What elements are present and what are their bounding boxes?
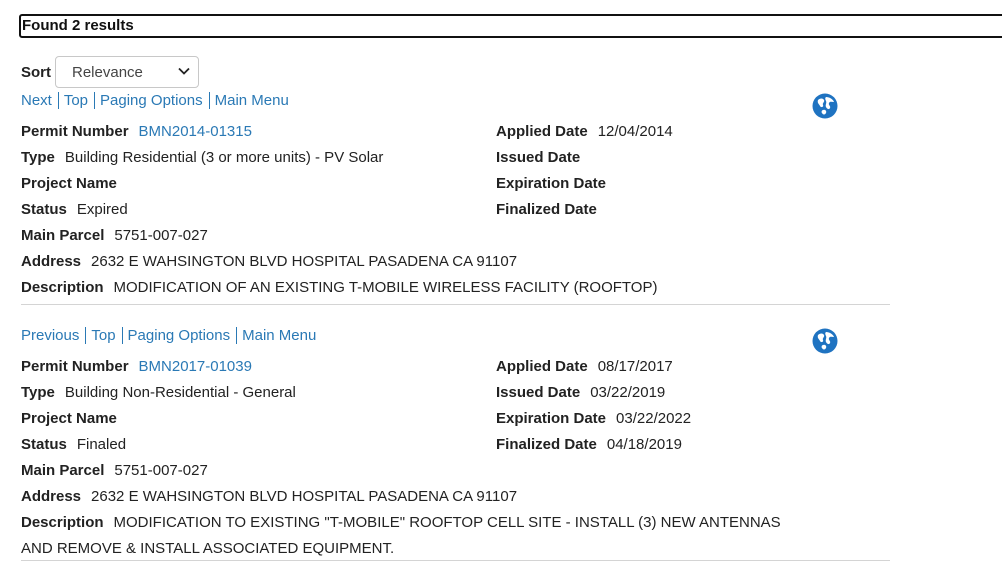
finalized-date-label: Finalized Date: [496, 436, 597, 453]
nav-separator: [57, 91, 59, 109]
address-value: 2632 E WAHSINGTON BLVD HOSPITAL PASADENA…: [91, 253, 518, 270]
applied-date-value: 08/17/2017: [597, 358, 673, 375]
status-label: Status: [21, 201, 67, 218]
main-parcel-value: 5751-007-027: [114, 227, 208, 244]
permit-number-field: Permit Number BMN2017-01039: [21, 357, 252, 377]
main-parcel-field: Main Parcel 5751-007-027: [21, 226, 208, 246]
address-label: Address: [21, 488, 82, 505]
chevron-down-icon: [178, 66, 190, 78]
sort-label: Sort: [21, 63, 51, 81]
expiration-date-field: Expiration Date 03/22/2022: [496, 409, 691, 429]
description-field: Description MODIFICATION TO EXISTING "T-M…: [21, 510, 781, 562]
main-menu-link[interactable]: Main Menu: [242, 327, 316, 344]
applied-date-label: Applied Date: [496, 123, 588, 140]
main-parcel-value: 5751-007-027: [114, 462, 208, 479]
type-value: Building Residential (3 or more units) -…: [64, 149, 384, 166]
address-value: 2632 E WAHSINGTON BLVD HOSPITAL PASADENA…: [91, 488, 518, 505]
status-value: Expired: [76, 201, 128, 218]
nav-separator: [208, 91, 210, 109]
finalized-date-label: Finalized Date: [496, 201, 597, 218]
result-nav: Previous Top Paging Options Main Menu: [21, 326, 316, 346]
type-field: Type Building Non-Residential - General: [21, 383, 296, 403]
globe-icon[interactable]: [812, 328, 838, 354]
expiration-date-label: Expiration Date: [496, 410, 607, 427]
expiration-date-label: Expiration Date: [496, 175, 607, 192]
status-value: Finaled: [76, 436, 127, 453]
globe-icon[interactable]: [812, 93, 838, 119]
issued-date-field: Issued Date: [496, 148, 590, 168]
description-value: MODIFICATION OF AN EXISTING T-MOBILE WIR…: [113, 279, 658, 296]
finalized-date-field: Finalized Date: [496, 200, 607, 220]
nav-separator: [121, 326, 123, 344]
previous-link[interactable]: Previous: [21, 327, 79, 344]
expiration-date-field: Expiration Date: [496, 174, 616, 194]
project-name-label: Project Name: [21, 175, 117, 192]
sort-selected-value: Relevance: [72, 63, 143, 81]
status-field: Status Finaled: [21, 435, 126, 455]
project-name-field: Project Name: [21, 174, 127, 194]
type-label: Type: [21, 149, 55, 166]
project-name-field: Project Name: [21, 409, 127, 429]
description-label: Description: [21, 279, 104, 296]
applied-date-field: Applied Date 08/17/2017: [496, 357, 673, 377]
finalized-date-value: 04/18/2019: [606, 436, 682, 453]
description-label: Description: [21, 514, 104, 531]
nav-separator: [85, 326, 87, 344]
result-divider: [21, 304, 890, 305]
issued-date-field: Issued Date 03/22/2019: [496, 383, 665, 403]
result-divider: [21, 560, 890, 561]
result-nav: Next Top Paging Options Main Menu: [21, 91, 289, 111]
sort-select[interactable]: Relevance: [55, 56, 199, 88]
issued-date-label: Issued Date: [496, 149, 581, 166]
status-label: Status: [21, 436, 67, 453]
type-field: Type Building Residential (3 or more unit…: [21, 148, 383, 168]
description-value: MODIFICATION TO EXISTING "T-MOBILE" ROOF…: [21, 514, 781, 557]
top-link[interactable]: Top: [64, 92, 88, 109]
permit-number-link[interactable]: BMN2014-01315: [139, 123, 252, 140]
main-parcel-label: Main Parcel: [21, 462, 105, 479]
description-field: Description MODIFICATION OF AN EXISTING T…: [21, 275, 781, 301]
permit-number-label: Permit Number: [21, 123, 129, 140]
address-label: Address: [21, 253, 82, 270]
permit-number-field: Permit Number BMN2014-01315: [21, 122, 252, 142]
applied-date-field: Applied Date 12/04/2014: [496, 122, 673, 142]
main-parcel-field: Main Parcel 5751-007-027: [21, 461, 208, 481]
finalized-date-field: Finalized Date 04/18/2019: [496, 435, 682, 455]
paging-options-link[interactable]: Paging Options: [128, 327, 231, 344]
main-menu-link[interactable]: Main Menu: [215, 92, 289, 109]
main-parcel-label: Main Parcel: [21, 227, 105, 244]
top-link[interactable]: Top: [91, 327, 115, 344]
expiration-date-value: 03/22/2022: [616, 410, 692, 427]
status-field: Status Expired: [21, 200, 128, 220]
project-name-label: Project Name: [21, 410, 117, 427]
nav-separator: [236, 326, 238, 344]
type-label: Type: [21, 384, 55, 401]
address-field: Address 2632 E WAHSINGTON BLVD HOSPITAL P…: [21, 252, 517, 272]
next-link[interactable]: Next: [21, 92, 52, 109]
permit-number-label: Permit Number: [21, 358, 129, 375]
applied-date-value: 12/04/2014: [597, 123, 673, 140]
address-field: Address 2632 E WAHSINGTON BLVD HOSPITAL P…: [21, 487, 517, 507]
nav-separator: [94, 91, 96, 109]
permit-number-link[interactable]: BMN2017-01039: [139, 358, 252, 375]
type-value: Building Non-Residential - General: [64, 384, 296, 401]
results-summary: Found 2 results: [19, 14, 1002, 38]
issued-date-label: Issued Date: [496, 384, 581, 401]
issued-date-value: 03/22/2019: [590, 384, 666, 401]
paging-options-link[interactable]: Paging Options: [100, 92, 203, 109]
applied-date-label: Applied Date: [496, 358, 588, 375]
sort-control: Sort Relevance: [21, 56, 199, 88]
